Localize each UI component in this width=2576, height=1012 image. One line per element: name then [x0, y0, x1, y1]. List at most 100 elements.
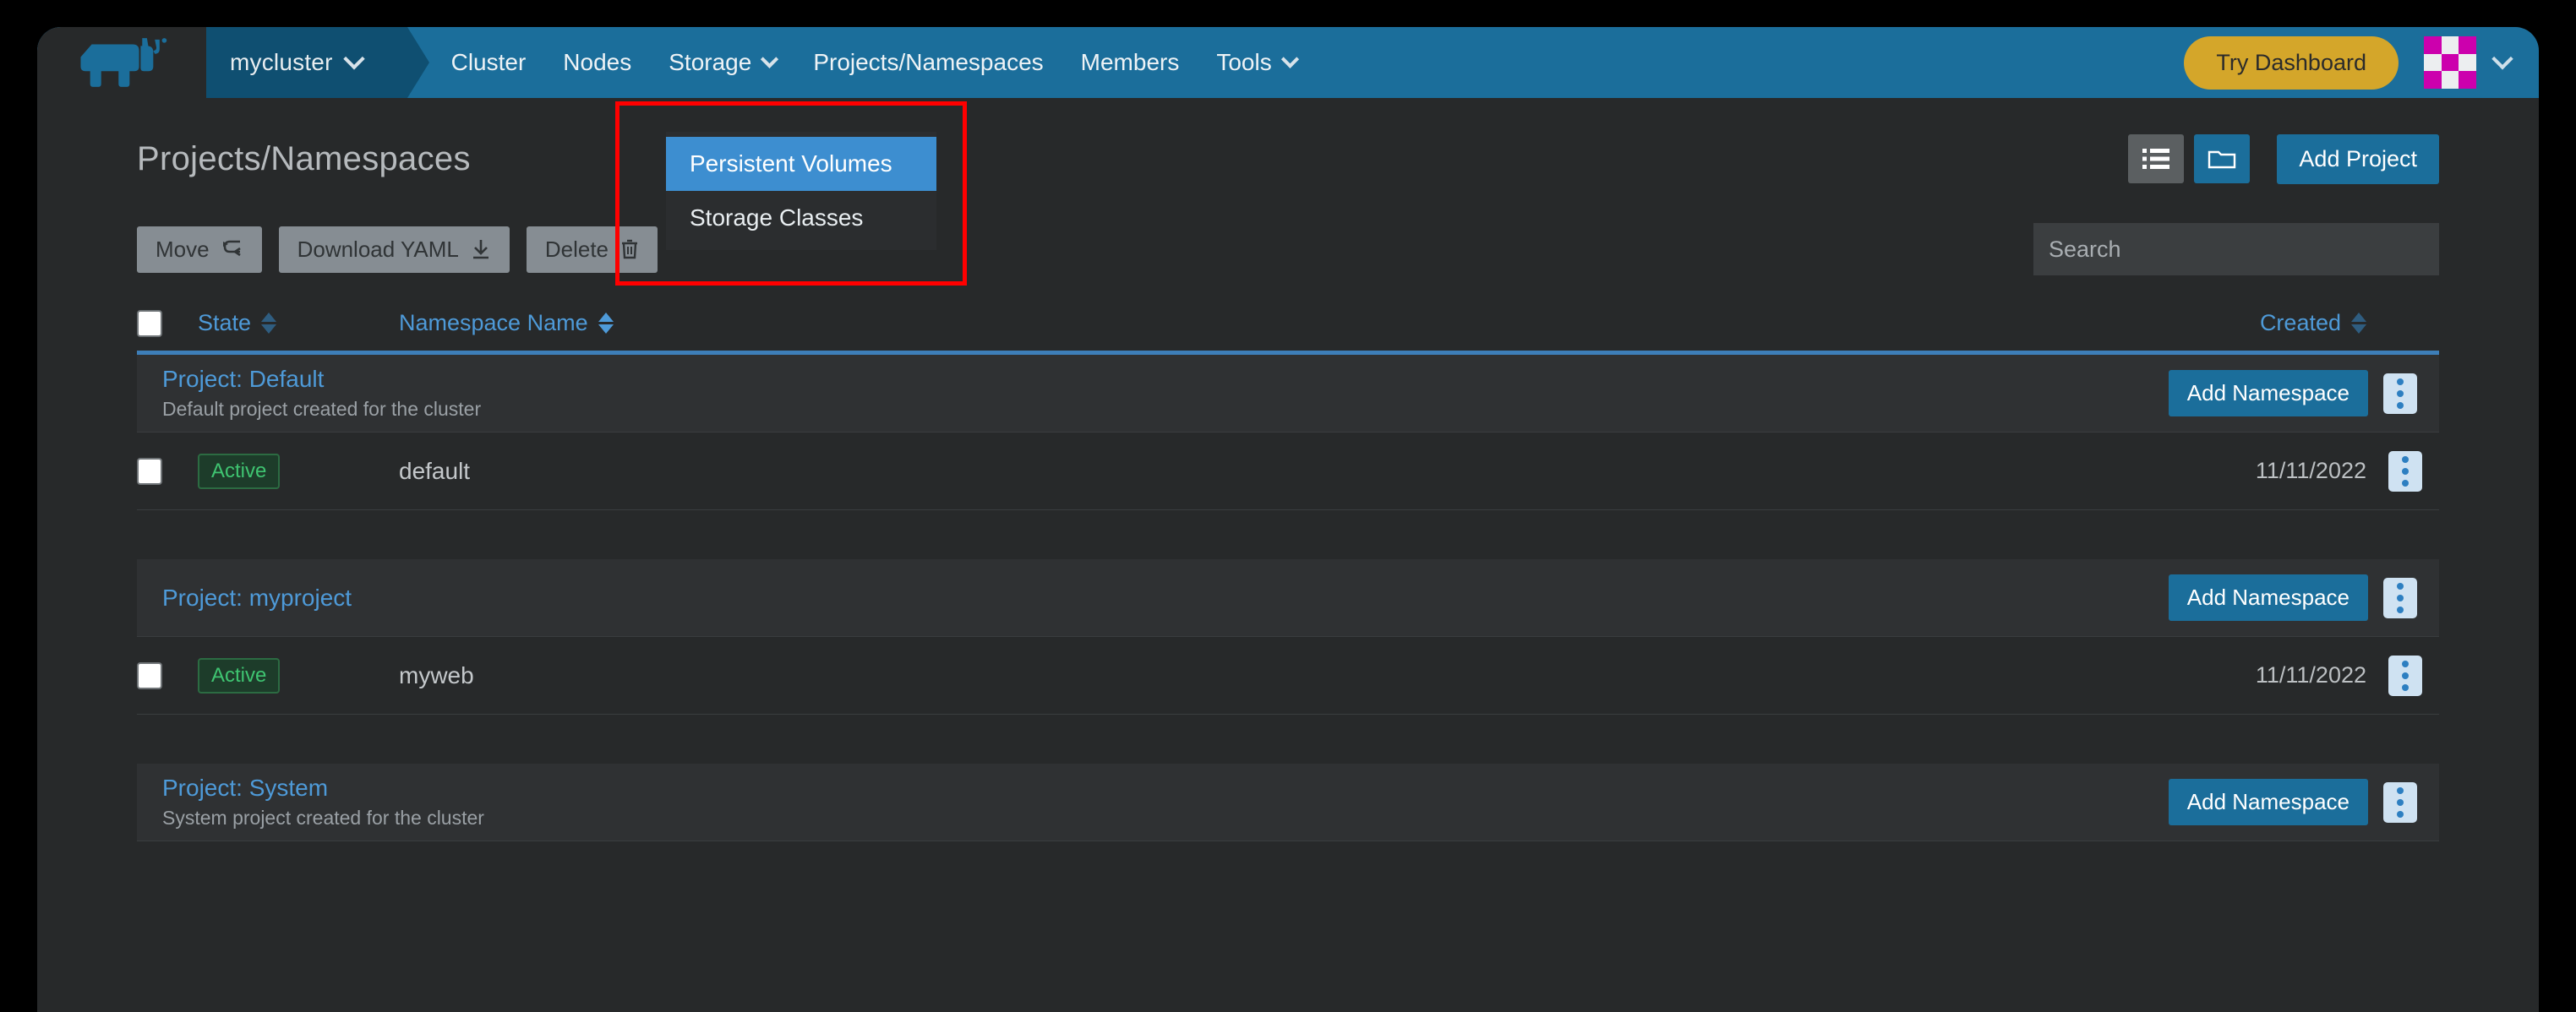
header-state-label: State: [198, 310, 252, 335]
group-view-toggle-button[interactable]: [2194, 134, 2251, 183]
table-row[interactable]: Active default 11/11/2022: [137, 433, 2439, 510]
row-namespace-name: myweb: [399, 661, 474, 688]
select-all-checkbox[interactable]: [137, 309, 162, 337]
nav-item-tools[interactable]: Tools: [1198, 27, 1314, 98]
sort-arrows-icon: [598, 313, 614, 334]
header-created-label: Created: [2259, 310, 2341, 335]
status-badge: Active: [198, 657, 281, 694]
page-header: Projects/Namespaces Add Project: [137, 98, 2439, 206]
page-content: Projects/Namespaces Add Project Move Dow…: [37, 98, 2539, 841]
nav-item-members[interactable]: Members: [1062, 27, 1198, 98]
row-state-cell: Active: [198, 657, 367, 694]
bulk-actions-toolbar: Move Download YAML Delete: [137, 220, 2439, 279]
project-group-text: Project: System System project created f…: [162, 775, 484, 830]
row-select-cell: [137, 457, 198, 485]
project-group-actions: Add Namespace: [2168, 779, 2439, 825]
row-checkbox[interactable]: [137, 457, 162, 485]
row-state-cell: Active: [198, 453, 367, 489]
cluster-selector[interactable]: mycluster: [206, 27, 429, 98]
row-namespace-name: default: [399, 457, 471, 484]
table-header-row: State Namespace Name Created: [137, 296, 2439, 355]
chevron-down-icon: [1280, 50, 1299, 68]
download-icon: [472, 240, 488, 259]
table-row[interactable]: Active myweb 11/11/2022: [137, 637, 2439, 715]
top-navigation-bar: mycluster Cluster Nodes Storage Projects…: [37, 27, 2539, 98]
row-actions-cell: [2388, 655, 2439, 696]
sort-arrows-icon: [261, 313, 277, 334]
add-namespace-button[interactable]: Add Namespace: [2168, 779, 2368, 825]
kebab-menu-icon[interactable]: [2383, 577, 2417, 618]
chevron-down-icon: [342, 48, 365, 70]
kebab-menu-icon[interactable]: [2388, 450, 2422, 492]
user-menu[interactable]: [2424, 36, 2539, 89]
nav-item-storage[interactable]: Storage: [650, 27, 794, 98]
header-state: State: [198, 310, 367, 336]
rancher-cow-logo-icon: [80, 38, 167, 87]
trash-icon: [622, 239, 637, 259]
try-dashboard-button[interactable]: Try Dashboard: [2184, 35, 2399, 90]
sort-by-namespace-name[interactable]: Namespace Name: [399, 310, 614, 336]
sort-arrows-icon: [2351, 313, 2366, 334]
project-group-title[interactable]: Project: System: [162, 775, 484, 802]
sort-by-state[interactable]: State: [198, 310, 277, 336]
row-created-date: 11/11/2022: [2255, 662, 2366, 688]
project-group-actions: Add Namespace: [2168, 574, 2439, 621]
nav-item-cluster-label: Cluster: [450, 49, 527, 75]
select-all-cell: [137, 309, 198, 337]
project-group-header[interactable]: Project: Default Default project created…: [137, 355, 2439, 433]
cluster-selector-label: mycluster: [230, 49, 333, 75]
header-namespace-name-label: Namespace Name: [399, 310, 588, 335]
user-avatar-identicon: [2424, 36, 2476, 89]
row-select-cell: [137, 661, 198, 689]
list-view-icon: [2142, 149, 2170, 169]
download-yaml-button-label: Download YAML: [297, 236, 459, 262]
nav-item-storage-label: Storage: [669, 49, 752, 75]
chevron-down-icon: [2491, 48, 2513, 70]
folder-view-icon: [2208, 150, 2236, 169]
nav-item-tools-label: Tools: [1216, 49, 1272, 75]
page-header-actions: Add Project: [2128, 133, 2439, 184]
nav-item-projects-namespaces-label: Projects/Namespaces: [813, 49, 1044, 75]
move-button[interactable]: Move: [137, 226, 262, 273]
nav-item-members-label: Members: [1080, 49, 1180, 75]
delete-button[interactable]: Delete: [526, 226, 658, 273]
row-checkbox[interactable]: [137, 661, 162, 689]
add-namespace-button[interactable]: Add Namespace: [2168, 370, 2368, 416]
list-view-toggle-button[interactable]: [2128, 134, 2185, 183]
header-namespace-name: Namespace Name: [367, 310, 2135, 336]
delete-button-label: Delete: [544, 236, 609, 262]
dropdown-item-persistent-volumes[interactable]: Persistent Volumes: [666, 137, 936, 191]
move-button-label: Move: [156, 236, 210, 262]
storage-dropdown-menu: Persistent Volumes Storage Classes: [666, 132, 936, 250]
add-project-button[interactable]: Add Project: [2277, 133, 2439, 184]
chevron-down-icon: [761, 50, 779, 68]
status-badge: Active: [198, 453, 281, 489]
project-group-description: Default project created for the cluster: [162, 398, 482, 420]
row-actions-cell: [2388, 450, 2439, 492]
project-group-header[interactable]: Project: myproject Add Namespace: [137, 559, 2439, 637]
header-created: Created: [2135, 310, 2388, 336]
sort-by-created[interactable]: Created: [2260, 310, 2366, 336]
add-namespace-button[interactable]: Add Namespace: [2168, 574, 2368, 621]
kebab-menu-icon[interactable]: [2388, 655, 2422, 696]
project-group-title[interactable]: Project: myproject: [162, 585, 352, 612]
rancher-app-window: mycluster Cluster Nodes Storage Projects…: [37, 27, 2539, 1012]
nav-item-projects-namespaces[interactable]: Projects/Namespaces: [794, 27, 1062, 98]
search-input[interactable]: [2033, 223, 2439, 275]
logo-home-link[interactable]: [37, 27, 206, 98]
kebab-menu-icon[interactable]: [2383, 781, 2417, 823]
project-group-description: System project created for the cluster: [162, 807, 484, 829]
download-yaml-button[interactable]: Download YAML: [278, 226, 510, 273]
project-group-text: Project: myproject: [162, 585, 352, 612]
branch-icon: [222, 240, 241, 257]
project-group-header[interactable]: Project: System System project created f…: [137, 764, 2439, 841]
nav-item-cluster[interactable]: Cluster: [433, 27, 545, 98]
kebab-menu-icon[interactable]: [2383, 373, 2417, 414]
nav-item-nodes[interactable]: Nodes: [544, 27, 650, 98]
project-group-title[interactable]: Project: Default: [162, 366, 481, 393]
nav-right-actions: Try Dashboard: [2184, 27, 2539, 98]
dropdown-item-storage-classes[interactable]: Storage Classes: [666, 191, 936, 245]
project-group-text: Project: Default Default project created…: [162, 366, 481, 421]
